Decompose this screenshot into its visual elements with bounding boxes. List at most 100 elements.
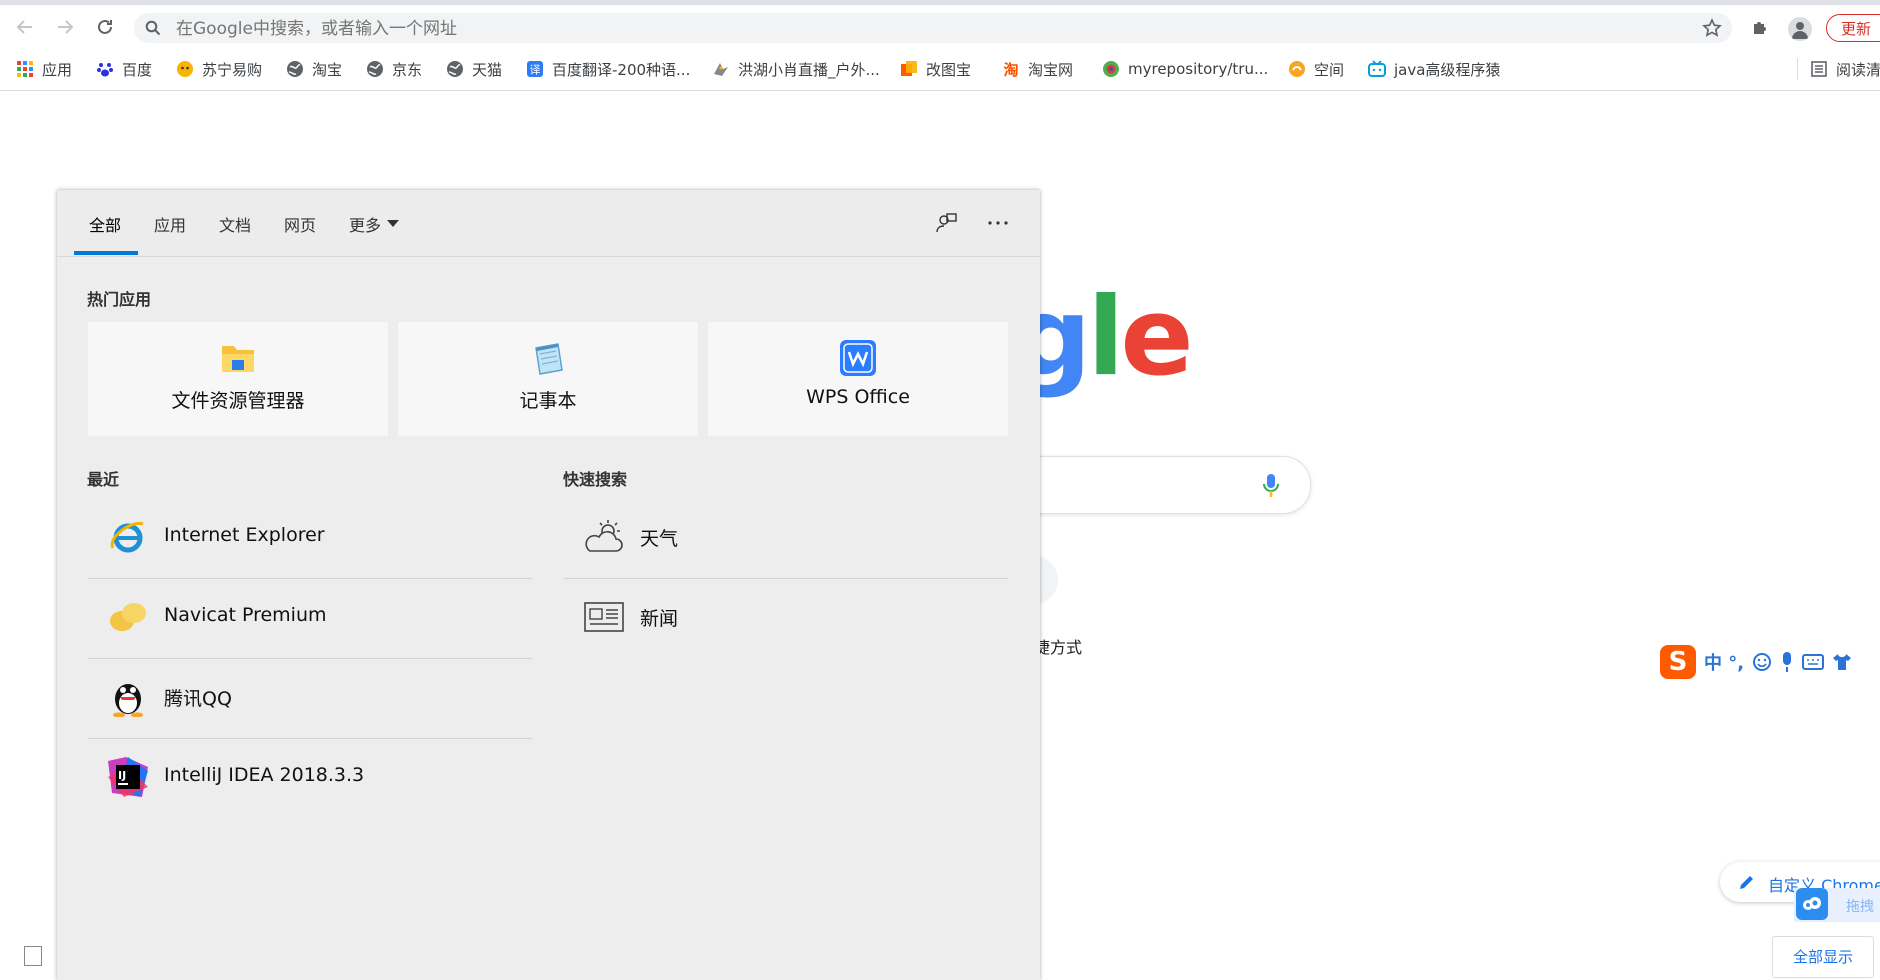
globe-icon	[446, 60, 464, 78]
keyboard-icon[interactable]	[1802, 654, 1825, 670]
bookmark-taobao-net[interactable]: 淘 淘宝网	[1002, 58, 1073, 80]
tab-more-label: 更多	[349, 216, 382, 235]
quick-search-weather[interactable]: 天气	[564, 498, 1008, 576]
active-tab-indicator	[74, 251, 138, 255]
update-button[interactable]: 更新	[1826, 14, 1880, 42]
top-app-notepad[interactable]: 记事本	[398, 322, 698, 436]
bookmark-label: 空间	[1314, 60, 1345, 79]
profile-avatar[interactable]	[1788, 17, 1812, 41]
bookmark-label: 苏宁易购	[202, 60, 263, 79]
ellipsis-icon	[988, 221, 1008, 225]
bird-icon	[712, 60, 730, 78]
recent-item-navicat[interactable]: Navicat Premium	[88, 578, 532, 656]
bookmark-suning[interactable]: 苏宁易购	[176, 58, 262, 80]
reload-button[interactable]	[92, 14, 118, 40]
top-app-wps-office[interactable]: WPS Office	[708, 322, 1008, 436]
baidu-netdisk-widget[interactable]: 拖拽	[1794, 888, 1880, 922]
skin-icon[interactable]	[1832, 653, 1852, 671]
feedback-button[interactable]	[933, 210, 959, 236]
notepad-icon	[530, 340, 566, 376]
bookmark-reading-list[interactable]: 阅读清	[1810, 58, 1880, 80]
address-input[interactable]	[174, 16, 1678, 42]
globe-icon	[366, 60, 384, 78]
bookmark-label: 淘宝网	[1028, 60, 1074, 79]
forward-button[interactable]	[52, 14, 78, 40]
svg-text:IJ: IJ	[118, 769, 126, 782]
file-icon[interactable]	[24, 946, 42, 966]
ime-mode-label[interactable]: 中 °,	[1704, 649, 1744, 675]
baidu-translate-icon: 译	[526, 60, 544, 78]
bookmark-apps[interactable]: 应用	[16, 58, 72, 80]
forward-arrow-icon	[58, 20, 74, 34]
show-all-button[interactable]: 全部显示	[1772, 936, 1874, 978]
search-icon	[145, 20, 161, 40]
sogou-ime-toolbar[interactable]: S 中 °,	[1660, 644, 1880, 680]
bookmark-label: 京东	[392, 60, 423, 79]
suning-icon	[176, 60, 194, 78]
extensions-button[interactable]	[1748, 16, 1772, 40]
address-bar[interactable]	[134, 13, 1732, 43]
apps-grid-icon	[16, 60, 34, 78]
recent-item-label: IntelliJ IDEA 2018.3.3	[164, 764, 365, 786]
top-apps-title: 热门应用	[87, 290, 152, 309]
back-button[interactable]	[12, 14, 38, 40]
bookmark-label: 百度	[122, 60, 153, 79]
tab-documents[interactable]: 文档	[219, 212, 251, 236]
wps-office-icon	[840, 340, 876, 376]
drag-hint-label: 拖拽	[1846, 899, 1874, 915]
google-logo: gle	[1014, 275, 1194, 400]
bookmark-gaitubao[interactable]: 改图宝	[900, 58, 971, 80]
search-tabs: 全部 应用 文档 网页 更多	[57, 190, 1040, 257]
bookmark-label: 改图宝	[926, 60, 972, 79]
emoji-icon[interactable]	[1752, 652, 1772, 672]
tab-more[interactable]: 更多	[349, 212, 400, 236]
reload-icon	[98, 19, 112, 34]
windows-search-panel: 全部 应用 文档 网页 更多 热门应用 文件资源管理器 记事本 WPS Offi…	[57, 190, 1040, 980]
bookmark-label: 洪湖小肖直播_户外...	[738, 60, 880, 79]
microphone-icon[interactable]	[1262, 473, 1280, 503]
bookmark-label: myrepository/tru...	[1128, 60, 1269, 78]
bookmark-honghu[interactable]: 洪湖小肖直播_户外...	[712, 58, 880, 80]
navicat-icon	[108, 597, 148, 637]
bookmark-baidu[interactable]: 百度	[96, 58, 152, 80]
bookmark-label: java高级程序猿	[1394, 60, 1501, 79]
qq-penguin-icon	[108, 677, 148, 717]
bookmark-jd[interactable]: 京东	[366, 58, 422, 80]
tab-apps[interactable]: 应用	[154, 212, 186, 236]
weather-icon	[584, 517, 624, 557]
tab-all[interactable]: 全部	[89, 212, 121, 236]
svg-text:译: 译	[530, 64, 541, 77]
recent-item-intellij-idea[interactable]: IJ IntelliJ IDEA 2018.3.3	[88, 738, 532, 816]
reading-list-icon	[1810, 60, 1828, 78]
bookmark-taobao[interactable]: 淘宝	[286, 58, 342, 80]
bookmarks-divider	[1797, 58, 1798, 80]
gaitubao-icon	[900, 60, 918, 78]
quick-search-news[interactable]: 新闻	[564, 578, 1008, 656]
quick-search-label: 天气	[640, 528, 679, 550]
more-options-button[interactable]	[985, 210, 1011, 236]
baidu-paw-icon	[96, 60, 114, 78]
intellij-idea-icon: IJ	[108, 757, 148, 797]
tab-web[interactable]: 网页	[284, 212, 316, 236]
dropdown-triangle-icon	[387, 220, 400, 227]
back-arrow-icon	[16, 20, 32, 34]
bookmark-java[interactable]: java高级程序猿	[1368, 58, 1500, 80]
bookmark-myrepository[interactable]: myrepository/tru...	[1102, 58, 1268, 80]
bookmark-tmall[interactable]: 天猫	[446, 58, 502, 80]
bookmarks-bar: 应用 百度 苏宁易购 淘宝 京东 天猫 译 百度翻译-200种语... 洪湖小肖…	[0, 48, 1880, 91]
top-app-label: 文件资源管理器	[171, 390, 305, 412]
bookmark-star-icon[interactable]	[1702, 18, 1722, 42]
bookmark-label: 应用	[42, 60, 73, 79]
recent-item-qq[interactable]: 腾讯QQ	[88, 658, 532, 736]
top-app-file-explorer[interactable]: 文件资源管理器	[88, 322, 388, 436]
puzzle-icon	[1754, 22, 1766, 34]
bookmark-label: 百度翻译-200种语...	[552, 60, 691, 79]
bookmark-baidu-translate[interactable]: 译 百度翻译-200种语...	[526, 58, 690, 80]
quick-search-title: 快速搜索	[563, 470, 628, 489]
recent-item-internet-explorer[interactable]: Internet Explorer	[88, 498, 532, 576]
bookmark-qzone[interactable]: 空间	[1288, 58, 1344, 80]
voice-input-icon[interactable]	[1780, 652, 1794, 672]
news-icon	[584, 597, 624, 637]
add-shortcut-label: 捷方式	[1034, 638, 1083, 657]
recent-item-label: Internet Explorer	[164, 524, 325, 546]
